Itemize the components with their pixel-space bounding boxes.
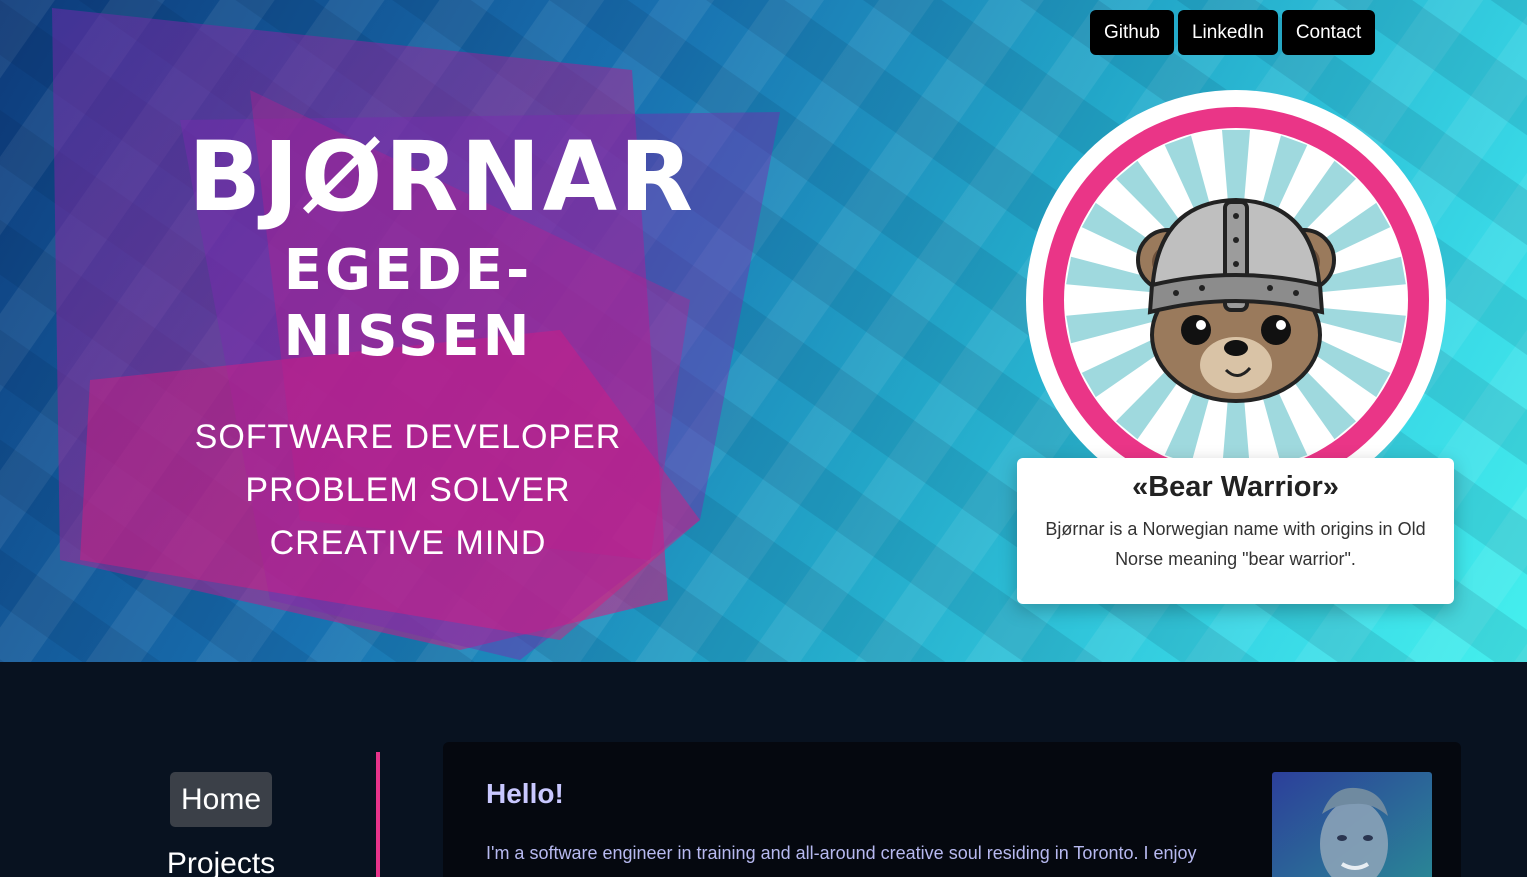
hero-banner: Github LinkedIn Contact BJØRNAR EGEDE-NI… — [0, 0, 1527, 662]
tagline: SOFTWARE DEVELOPER — [194, 418, 622, 456]
viking-bear-icon — [1026, 90, 1446, 510]
sidebar-item-home[interactable]: Home — [170, 772, 272, 827]
hero-taglines: SOFTWARE DEVELOPER PROBLEM SOLVER CREATI… — [158, 412, 658, 571]
hero-last-name: EGEDE-NISSEN — [283, 238, 533, 369]
top-nav: Github LinkedIn Contact — [1090, 10, 1376, 55]
intro-text: I'm a software engineer in training and … — [486, 843, 1197, 863]
contact-link[interactable]: Contact — [1281, 10, 1376, 55]
card-title: «Bear Warrior» — [1132, 471, 1339, 503]
tagline: CREATIVE MIND — [269, 524, 547, 562]
side-nav: Home Projects — [140, 752, 380, 877]
tagline: PROBLEM SOLVER — [245, 471, 571, 509]
name-meaning-card: «Bear Warrior» Bjørnar is a Norwegian na… — [1017, 458, 1454, 604]
intro-panel: Hello! I'm a software engineer in traini… — [443, 742, 1461, 877]
card-description: Bjørnar is a Norwegian name with origins… — [1045, 519, 1426, 569]
linkedin-link[interactable]: LinkedIn — [1177, 10, 1278, 55]
hero-first-name: BJØRNAR — [188, 121, 695, 233]
profile-photo — [1272, 772, 1432, 877]
github-link[interactable]: Github — [1090, 10, 1174, 55]
intro-heading: Hello! — [486, 778, 564, 809]
sidebar-item-projects[interactable]: Projects — [140, 844, 302, 877]
